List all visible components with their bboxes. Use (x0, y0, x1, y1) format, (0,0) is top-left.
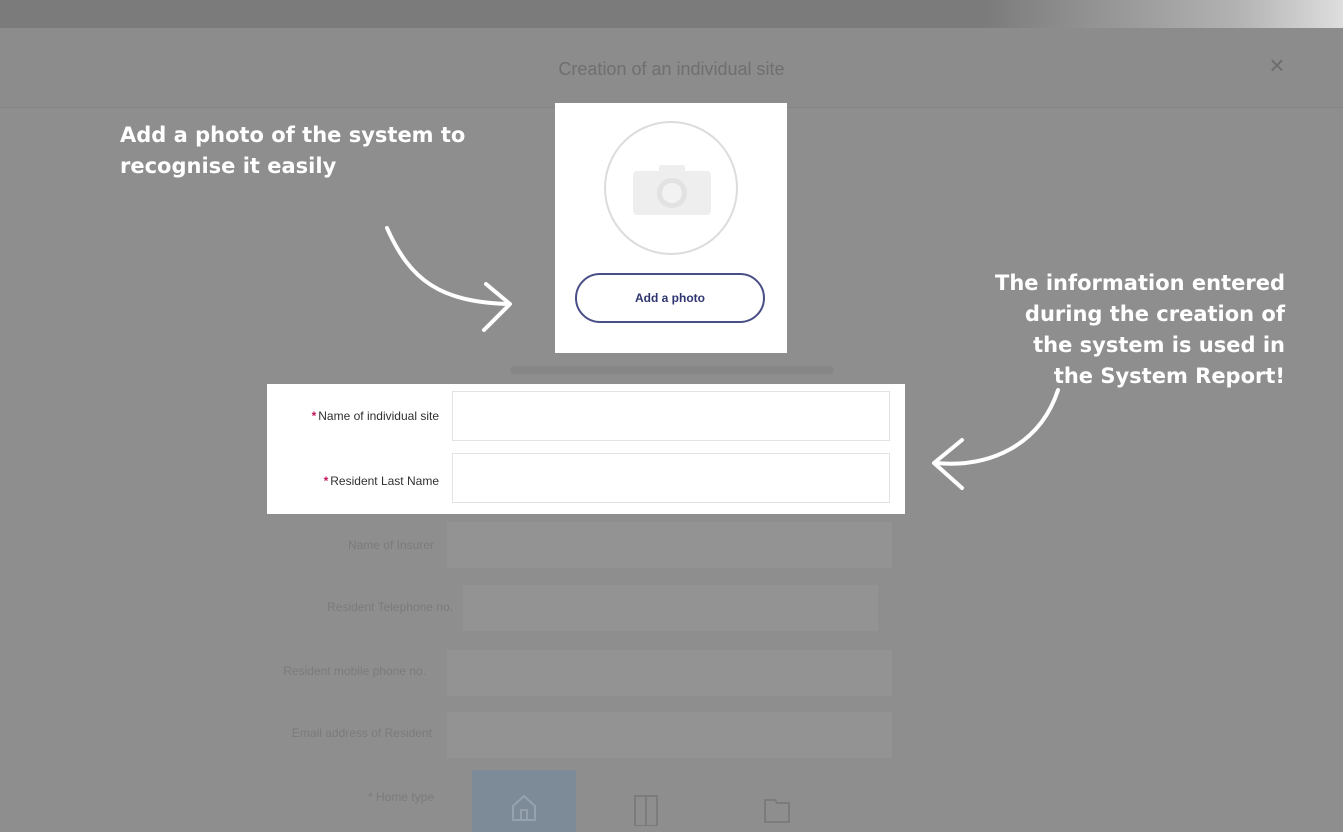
photo-arrow-icon (385, 226, 512, 332)
app-screen: Creation of an individual site × Add a p… (0, 0, 1343, 832)
report-arrow-icon (932, 388, 1060, 490)
annotation-arrows (385, 226, 1060, 490)
